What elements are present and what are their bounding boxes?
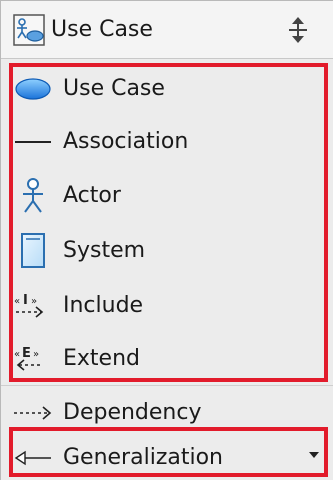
actor-stick-figure-icon	[23, 178, 43, 213]
svg-text:E: E	[22, 346, 31, 361]
palette-item-label: Include	[63, 293, 144, 318]
palette-item-actor[interactable]: Actor	[1, 169, 333, 223]
generalization-arrow-icon	[14, 450, 51, 466]
dependency-arrow-icon	[14, 406, 52, 420]
palette-item-label: Actor	[63, 183, 121, 208]
chevron-down-icon[interactable]	[308, 450, 320, 460]
system-boundary-icon	[21, 233, 45, 268]
use-case-diagram-icon	[13, 14, 45, 46]
extend-arrow-icon: « E »	[14, 346, 43, 371]
expand-collapse-icon[interactable]	[285, 16, 311, 44]
palette-header[interactable]: Use Case	[1, 1, 333, 59]
palette-item-label: Association	[63, 129, 189, 154]
svg-text:«: «	[14, 349, 20, 360]
palette-title: Use Case	[51, 17, 153, 42]
use-case-ellipse-icon	[15, 78, 51, 100]
palette-panel: Use Case Use Case Association Actor Syst…	[0, 0, 333, 480]
palette-item-use-case[interactable]: Use Case	[1, 62, 333, 116]
palette-item-include[interactable]: « I » Include	[1, 279, 333, 333]
svg-text:»: »	[33, 349, 39, 360]
palette-item-label: Generalization	[63, 445, 223, 470]
palette-item-label: System	[63, 238, 146, 263]
svg-text:»: »	[31, 296, 37, 307]
include-arrow-icon: « I »	[14, 293, 44, 318]
palette-item-extend[interactable]: « E » Extend	[1, 332, 333, 386]
palette-item-system[interactable]: System	[1, 224, 333, 278]
palette-item-association[interactable]: Association	[1, 115, 333, 169]
palette-item-label: Use Case	[63, 76, 165, 101]
svg-text:I: I	[23, 293, 28, 308]
palette-item-label: Dependency	[63, 400, 202, 425]
palette-item-generalization[interactable]: Generalization	[1, 431, 333, 480]
palette-item-label: Extend	[63, 346, 140, 371]
association-line-icon	[15, 141, 51, 143]
svg-text:«: «	[14, 296, 20, 307]
palette-item-list: Use Case Association Actor System « I » …	[1, 59, 333, 480]
